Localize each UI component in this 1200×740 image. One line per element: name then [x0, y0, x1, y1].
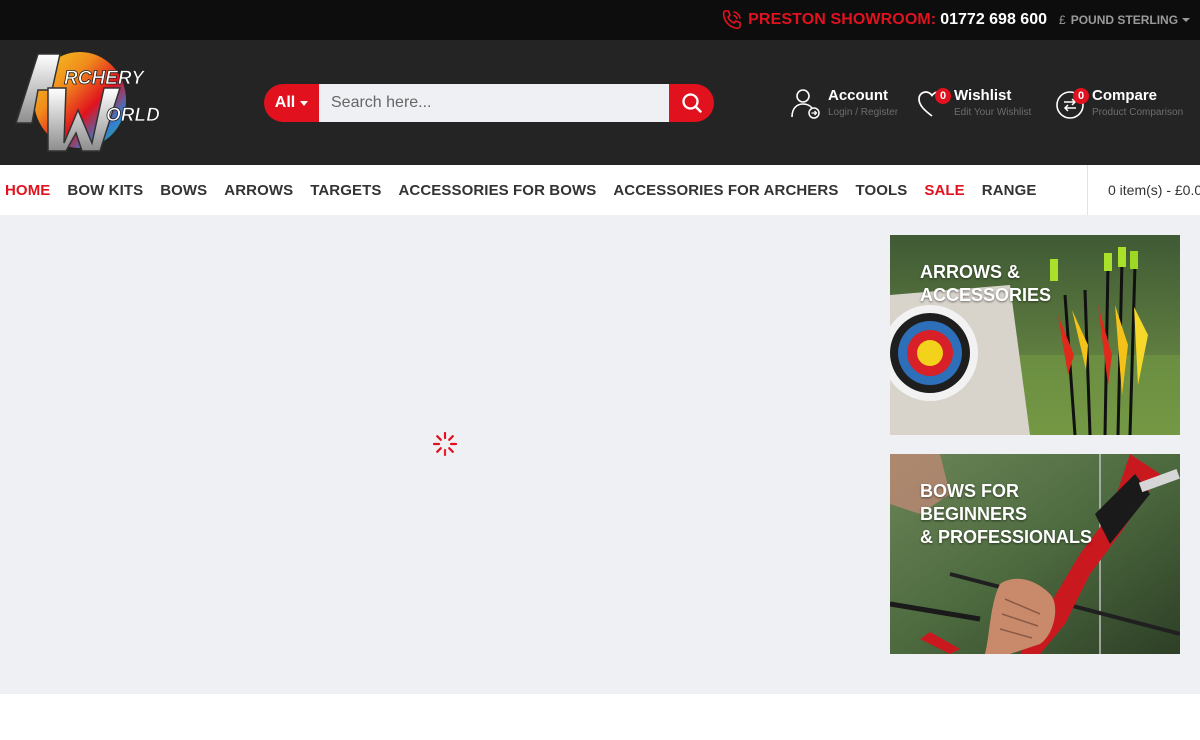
archery-world-logo[interactable]: RCHERY ORLD [8, 48, 173, 158]
nav-item-tools[interactable]: TOOLS [855, 182, 907, 199]
promo-bows-label: BOWS FOR BEGINNERS & PROFESSIONALS [920, 481, 1093, 547]
account-label: Account [828, 87, 888, 104]
chevron-down-icon [1182, 18, 1191, 22]
currency-selector[interactable]: £ POUND STERLING [1059, 0, 1191, 40]
nav-item-accessories-for-bows[interactable]: ACCESSORIES FOR BOWS [398, 182, 596, 199]
nav-item-bows[interactable]: BOWS [160, 182, 207, 199]
main-content: ARROWS & ACCESSORIES BOWS FOR BEGINNERS … [0, 215, 1200, 694]
heart-icon: 0 [916, 86, 951, 120]
user-icon [790, 86, 824, 120]
phone-icon [722, 10, 741, 30]
nav-item-accessories-for-archers[interactable]: ACCESSORIES FOR ARCHERS [613, 182, 838, 199]
wishlist-link[interactable]: 0 Wishlist Edit Your Wishlist [916, 86, 1031, 120]
compare-link[interactable]: 0 Compare Product Comparison [1054, 86, 1183, 120]
wishlist-sub: Edit Your Wishlist [954, 107, 1032, 118]
svg-text:RCHERY: RCHERY [64, 68, 146, 89]
search-category-dropdown[interactable]: All [264, 84, 319, 122]
search-bar: All [264, 84, 714, 122]
main-navigation: HOME BOW KITS BOWS ARROWS TARGETS ACCESS… [0, 165, 1200, 215]
promo-arrows-accessories[interactable]: ARROWS & ACCESSORIES [890, 235, 1180, 435]
showroom-phone-number[interactable]: 01772 698 600 [940, 11, 1047, 29]
currency-label: POUND STERLING [1070, 13, 1179, 27]
compare-sub: Product Comparison [1092, 107, 1184, 118]
cart-button[interactable]: 0 item(s) - £0.00 [1087, 165, 1200, 215]
nav-item-targets[interactable]: TARGETS [310, 182, 381, 199]
search-button[interactable] [669, 84, 714, 122]
promo-bows-beginners[interactable]: BOWS FOR BEGINNERS & PROFESSIONALS [890, 454, 1180, 654]
nav-item-bow-kits[interactable]: BOW KITS [67, 182, 143, 199]
wishlist-label: Wishlist [954, 87, 1012, 104]
promo-arrows-label: ARROWS & ACCESSORIES [920, 262, 1052, 305]
showroom-label: PRESTON SHOWROOM: [748, 11, 937, 28]
wishlist-count-badge: 0 [935, 88, 951, 104]
compare-label: Compare [1092, 87, 1158, 104]
search-icon [681, 93, 702, 113]
showroom-phone-link[interactable]: PRESTON SHOWROOM: 01772 698 600 [720, 0, 1047, 40]
nav-item-arrows[interactable]: ARROWS [224, 182, 293, 199]
site-header: RCHERY ORLD All Account Login / Reg [0, 40, 1200, 165]
currency-symbol: £ [1059, 13, 1066, 27]
top-bar: PRESTON SHOWROOM: 01772 698 600 £ POUND … [0, 0, 1200, 40]
account-sub: Login / Register [828, 107, 899, 118]
search-input[interactable] [319, 84, 669, 122]
chevron-down-icon [300, 100, 309, 106]
loading-spinner-icon [432, 431, 458, 457]
compare-count-badge: 0 [1073, 88, 1089, 104]
account-link[interactable]: Account Login / Register [790, 86, 898, 120]
nav-item-range[interactable]: RANGE [982, 182, 1037, 199]
svg-text:ORLD: ORLD [106, 105, 160, 126]
nav-item-home[interactable]: HOME [5, 182, 50, 199]
nav-item-sale[interactable]: SALE [924, 182, 964, 199]
compare-icon: 0 [1054, 86, 1089, 120]
search-category-label: All [274, 94, 296, 111]
